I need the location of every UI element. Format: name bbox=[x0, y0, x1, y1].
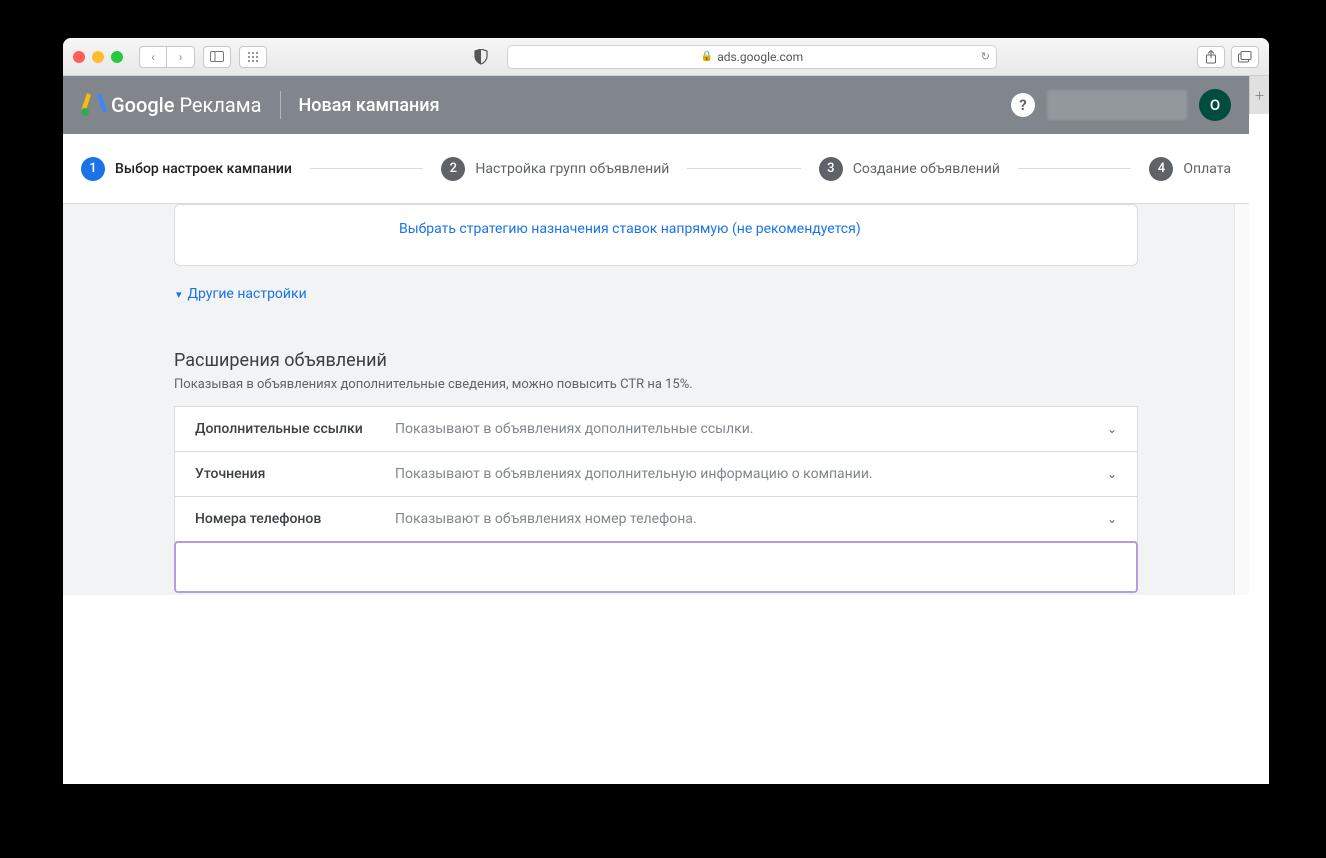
step-1[interactable]: 1 Выбор настроек кампании bbox=[81, 157, 292, 181]
step-number: 4 bbox=[1149, 157, 1173, 181]
safari-window: ‹ › 🔒 ads.google.com ↻ bbox=[63, 38, 1269, 784]
ads-header: Google Реклама Новая кампания ? O bbox=[63, 76, 1249, 134]
step-label: Настройка групп объявлений bbox=[475, 161, 669, 177]
extension-name: Номера телефонов bbox=[195, 511, 395, 527]
lock-icon: 🔒 bbox=[701, 51, 713, 62]
scrollbar-track bbox=[1234, 204, 1249, 595]
plus-icon: + bbox=[1255, 86, 1264, 105]
refresh-icon[interactable]: ↻ bbox=[981, 50, 990, 63]
step-3[interactable]: 3 Создание объявлений bbox=[819, 157, 1000, 181]
header-right: ? O bbox=[1011, 89, 1231, 121]
share-button[interactable] bbox=[1197, 46, 1225, 68]
grid-icon bbox=[247, 51, 259, 63]
shield-icon bbox=[474, 49, 488, 65]
tabs-icon bbox=[1238, 51, 1252, 63]
avatar[interactable]: O bbox=[1199, 89, 1231, 121]
back-button[interactable]: ‹ bbox=[139, 46, 167, 68]
step-label: Оплата bbox=[1183, 161, 1231, 177]
extension-desc: Показывают в объявлениях дополнительную … bbox=[395, 466, 1107, 482]
extensions-panel: Дополнительные ссылки Показывают в объяв… bbox=[174, 406, 1138, 542]
share-icon bbox=[1205, 50, 1217, 64]
url-bar[interactable]: 🔒 ads.google.com ↻ bbox=[507, 45, 997, 69]
more-settings-label: Другие настройки bbox=[188, 286, 307, 302]
step-connector bbox=[687, 168, 800, 169]
step-label: Создание объявлений bbox=[853, 161, 1000, 177]
help-button[interactable]: ? bbox=[1011, 93, 1035, 117]
tabs-button[interactable] bbox=[1231, 46, 1259, 68]
chevron-down-icon: ⌄ bbox=[1107, 467, 1117, 481]
window-close-button[interactable] bbox=[73, 51, 85, 63]
extension-name: Уточнения bbox=[195, 466, 395, 482]
chevron-left-icon: ‹ bbox=[151, 50, 155, 64]
stepper: 1 Выбор настроек кампании 2 Настройка гр… bbox=[63, 134, 1249, 204]
step-number: 1 bbox=[81, 157, 105, 181]
content-area: Выбрать стратегию назначения ставок напр… bbox=[63, 204, 1249, 595]
ads-logo[interactable]: Google Реклама bbox=[81, 93, 262, 117]
google-ads-logo-icon bbox=[81, 93, 107, 117]
safari-toolbar: ‹ › 🔒 ads.google.com ↻ bbox=[63, 38, 1269, 76]
window-minimize-button[interactable] bbox=[92, 51, 104, 63]
window-maximize-button[interactable] bbox=[111, 51, 123, 63]
chevron-down-icon: ⌄ bbox=[1107, 422, 1117, 436]
sidebar-icon bbox=[210, 51, 224, 62]
main-column: Выбрать стратегию назначения ставок напр… bbox=[174, 204, 1138, 595]
grid-button[interactable] bbox=[239, 46, 267, 68]
chevron-down-icon: ⌄ bbox=[1107, 512, 1117, 526]
traffic-lights bbox=[73, 51, 123, 63]
extension-row-phone[interactable]: Номера телефонов Показывают в объявления… bbox=[175, 497, 1137, 541]
bid-strategy-link[interactable]: Выбрать стратегию назначения ставок напр… bbox=[175, 221, 1137, 237]
page-title: Новая кампания bbox=[299, 95, 440, 116]
toolbar-right bbox=[1197, 46, 1259, 68]
extension-desc: Показывают в объявлениях номер телефона. bbox=[395, 511, 1107, 527]
extensions-subtitle: Показывая в объявлениях дополнительные с… bbox=[174, 377, 1138, 392]
extensions-title: Расширения объявлений bbox=[174, 350, 1138, 371]
step-connector bbox=[310, 168, 423, 169]
step-connector bbox=[1018, 168, 1131, 169]
chevron-down-icon: ▾ bbox=[176, 288, 182, 301]
question-icon: ? bbox=[1019, 96, 1026, 114]
account-info[interactable] bbox=[1047, 90, 1187, 120]
privacy-button[interactable] bbox=[467, 46, 495, 68]
logo-text: Google Реклама bbox=[111, 93, 262, 117]
extension-row-callouts[interactable]: Уточнения Показывают в объявлениях допол… bbox=[175, 452, 1137, 497]
extension-row-sitelinks[interactable]: Дополнительные ссылки Показывают в объяв… bbox=[175, 407, 1137, 452]
header-divider bbox=[280, 91, 281, 119]
step-4[interactable]: 4 Оплата bbox=[1149, 157, 1231, 181]
step-label: Выбор настроек кампании bbox=[115, 161, 292, 177]
url-text: ads.google.com bbox=[717, 50, 803, 64]
forward-button[interactable]: › bbox=[167, 46, 195, 68]
step-2[interactable]: 2 Настройка групп объявлений bbox=[441, 157, 669, 181]
sidebar-button[interactable] bbox=[203, 46, 231, 68]
chevron-right-icon: › bbox=[179, 50, 183, 64]
step-number: 3 bbox=[819, 157, 843, 181]
extension-name: Дополнительные ссылки bbox=[195, 421, 395, 437]
strategy-card: Выбрать стратегию назначения ставок напр… bbox=[174, 204, 1138, 266]
new-tab-button[interactable]: + bbox=[1249, 76, 1269, 114]
step-number: 2 bbox=[441, 157, 465, 181]
nav-buttons: ‹ › bbox=[139, 46, 195, 68]
more-settings-toggle[interactable]: ▾ Другие настройки bbox=[176, 286, 1138, 302]
extension-desc: Показывают в объявлениях дополнительные … bbox=[395, 421, 1107, 437]
add-extension-dropdown-trigger[interactable] bbox=[174, 541, 1138, 593]
